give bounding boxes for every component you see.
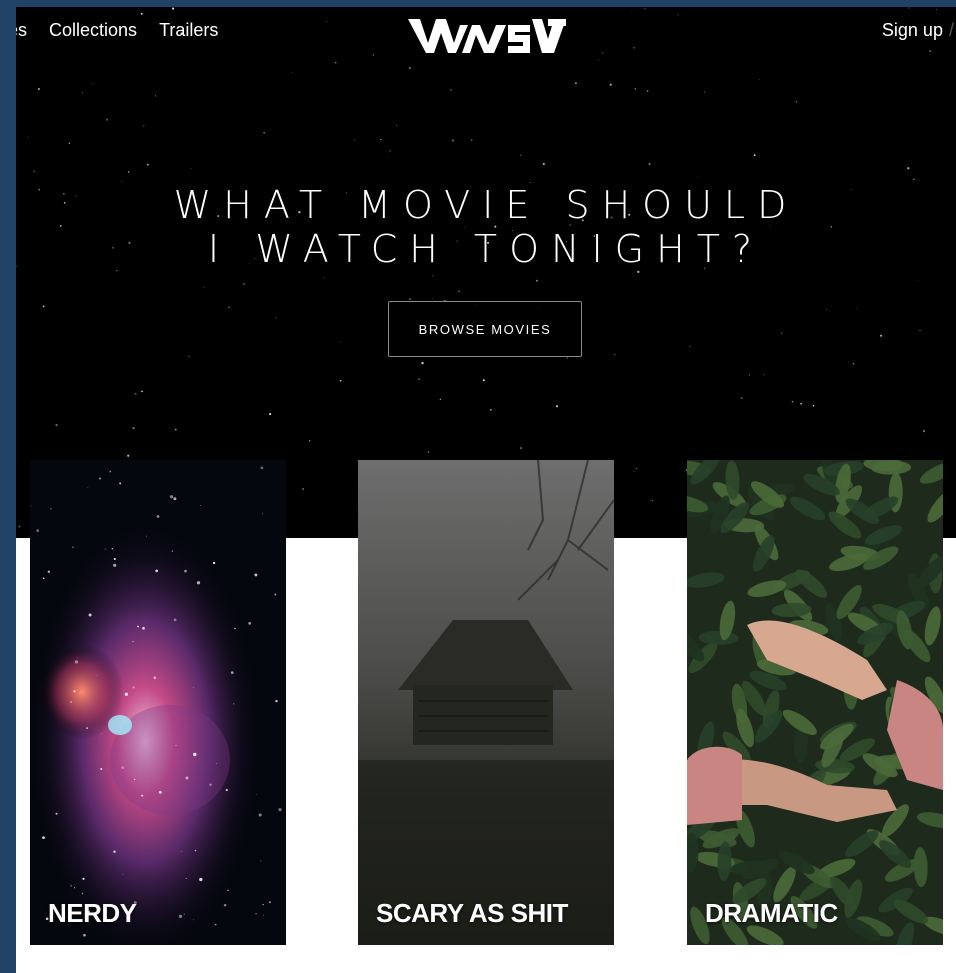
site-logo[interactable] xyxy=(408,15,566,55)
account-nav: Sign up / L xyxy=(882,20,956,41)
browser-viewport: es Collections Trailers Sign up / L WHAT… xyxy=(16,7,956,973)
hero-section: es Collections Trailers Sign up / L WHAT… xyxy=(16,7,956,538)
category-label: SCARY AS SHIT xyxy=(376,898,568,928)
primary-nav: es Collections Trailers xyxy=(16,20,218,41)
nav-item-collections[interactable]: Collections xyxy=(49,20,137,41)
category-card-nerdy[interactable]: NERDY xyxy=(30,460,286,945)
headline-line-1: WHAT MOVIE SHOULD xyxy=(173,183,799,227)
foggy-forest-cabin-image xyxy=(358,460,614,945)
orion-nebula-image xyxy=(30,460,286,945)
headline-line-2: I WATCH TONIGHT? xyxy=(207,227,765,271)
starfield-background xyxy=(16,7,937,538)
nav-item-trailers[interactable]: Trailers xyxy=(159,20,218,41)
category-card-scary[interactable]: SCARY AS SHIT xyxy=(358,460,614,945)
hands-hugging-plant-image xyxy=(687,460,943,945)
hero-headline: WHAT MOVIE SHOULD I WATCH TONIGHT? xyxy=(16,183,956,271)
nav-separator: / xyxy=(948,20,954,40)
nav-item-movies[interactable]: es xyxy=(16,20,27,41)
category-label: NERDY xyxy=(48,898,137,928)
signup-link[interactable]: Sign up xyxy=(882,20,943,41)
category-label: DRAMATIC xyxy=(705,898,838,928)
category-card-dramatic[interactable]: DRAMATIC xyxy=(687,460,943,945)
browse-movies-button[interactable]: BROWSE MOVIES xyxy=(388,301,582,357)
